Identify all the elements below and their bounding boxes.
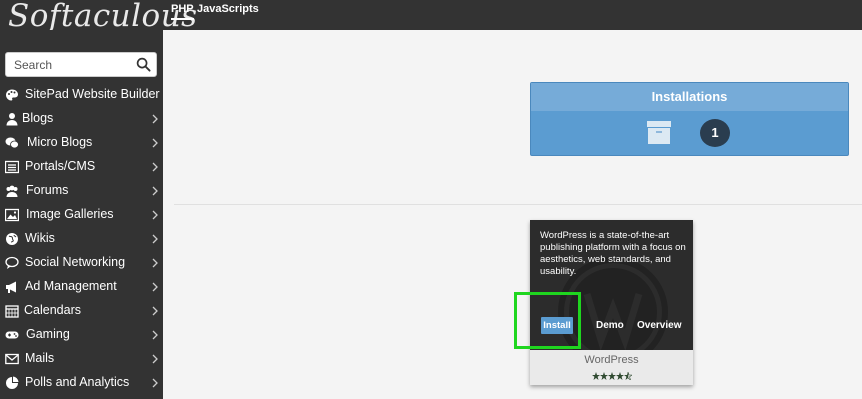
list-icon [5, 160, 19, 174]
sidebar-item-image-galleries[interactable]: Image Galleries [0, 203, 163, 227]
sidebar-item-wikis[interactable]: Wikis [0, 227, 163, 251]
sidebar-item-label: Gaming [26, 327, 70, 341]
sidebar-item-label: Image Galleries [26, 207, 114, 221]
installations-count-badge: 1 [700, 119, 730, 147]
sidebar-item-label: SitePad Website Builder [25, 87, 160, 101]
softaculous-logo[interactable]: Softaculous [8, 0, 198, 34]
gamepad-icon [5, 331, 19, 339]
chevron-right-icon [152, 378, 158, 388]
search-input[interactable] [6, 53, 126, 76]
chevron-right-icon [152, 354, 158, 364]
sidebar-item-label: Blogs [22, 111, 54, 125]
sidebar-item-label: Ad Management [25, 279, 117, 293]
overview-link[interactable]: Overview [637, 320, 681, 331]
users-icon [6, 185, 18, 197]
chevron-right-icon [152, 258, 158, 268]
search-box [5, 52, 157, 77]
sidebar-item-forums[interactable]: Forums [0, 179, 163, 203]
tab-php[interactable]: PHP [171, 3, 194, 20]
sidebar-item-polls-analytics[interactable]: Polls and Analytics [0, 371, 163, 395]
sidebar-item-calendars[interactable]: Calendars [0, 299, 163, 323]
sidebar-item-mails[interactable]: Mails [0, 347, 163, 371]
image-icon [5, 208, 19, 222]
section-divider [174, 204, 862, 205]
installations-title: Installations [531, 83, 848, 111]
pie-chart-icon [6, 376, 19, 389]
sidebar-item-sitepad[interactable]: SitePad Website Builder [0, 83, 163, 107]
demo-link[interactable]: Demo [596, 320, 624, 331]
sidebar-item-gaming[interactable]: Gaming [0, 323, 163, 347]
comments-icon [5, 137, 19, 149]
sidebar-item-blogs[interactable]: Blogs [0, 107, 163, 131]
search-icon[interactable] [136, 57, 151, 72]
palette-icon [6, 89, 18, 101]
chevron-right-icon [152, 162, 158, 172]
envelope-icon [5, 353, 19, 365]
globe-icon [6, 233, 18, 245]
sidebar-item-label: Wikis [25, 231, 55, 245]
sidebar-item-label: Social Networking [25, 255, 126, 269]
sidebar-item-label: Portals/CMS [25, 159, 96, 173]
sidebar-item-micro-blogs[interactable]: Micro Blogs [0, 131, 163, 155]
rating-stars [592, 372, 632, 380]
app-card-footer: WordPress [530, 350, 693, 385]
chevron-right-icon [152, 234, 158, 244]
chevron-right-icon [152, 114, 158, 124]
tab-javascripts[interactable]: JavaScripts [197, 3, 259, 18]
sidebar-item-ad-management[interactable]: Ad Management [0, 275, 163, 299]
archive-box-icon [647, 121, 671, 144]
top-bar: Softaculous PHP JavaScripts [0, 0, 862, 34]
sidebar-item-label: Forums [26, 183, 69, 197]
install-highlight-box [514, 292, 581, 349]
chevron-right-icon [152, 282, 158, 292]
sidebar-item-label: Micro Blogs [27, 135, 93, 149]
chevron-right-icon [152, 330, 158, 340]
chat-icon [5, 256, 19, 269]
user-icon [6, 113, 18, 126]
sidebar-item-portals-cms[interactable]: Portals/CMS [0, 155, 163, 179]
chevron-right-icon [152, 186, 158, 196]
sidebar-item-social-networking[interactable]: Social Networking [0, 251, 163, 275]
calendar-icon [5, 305, 19, 318]
sidebar-item-label: Mails [25, 351, 55, 365]
sidebar: SitePad Website Builder Blogs Micro Blog… [0, 30, 163, 399]
megaphone-icon [6, 281, 16, 293]
installations-panel[interactable]: Installations 1 [530, 82, 849, 156]
app-description: WordPress is a state-of-the-art publishi… [540, 230, 686, 277]
chevron-right-icon [152, 306, 158, 316]
sidebar-item-label: Calendars [24, 303, 81, 317]
app-name[interactable]: WordPress [530, 354, 693, 366]
chevron-right-icon [152, 138, 158, 148]
sidebar-item-label: Polls and Analytics [25, 375, 130, 389]
chevron-right-icon [152, 210, 158, 220]
